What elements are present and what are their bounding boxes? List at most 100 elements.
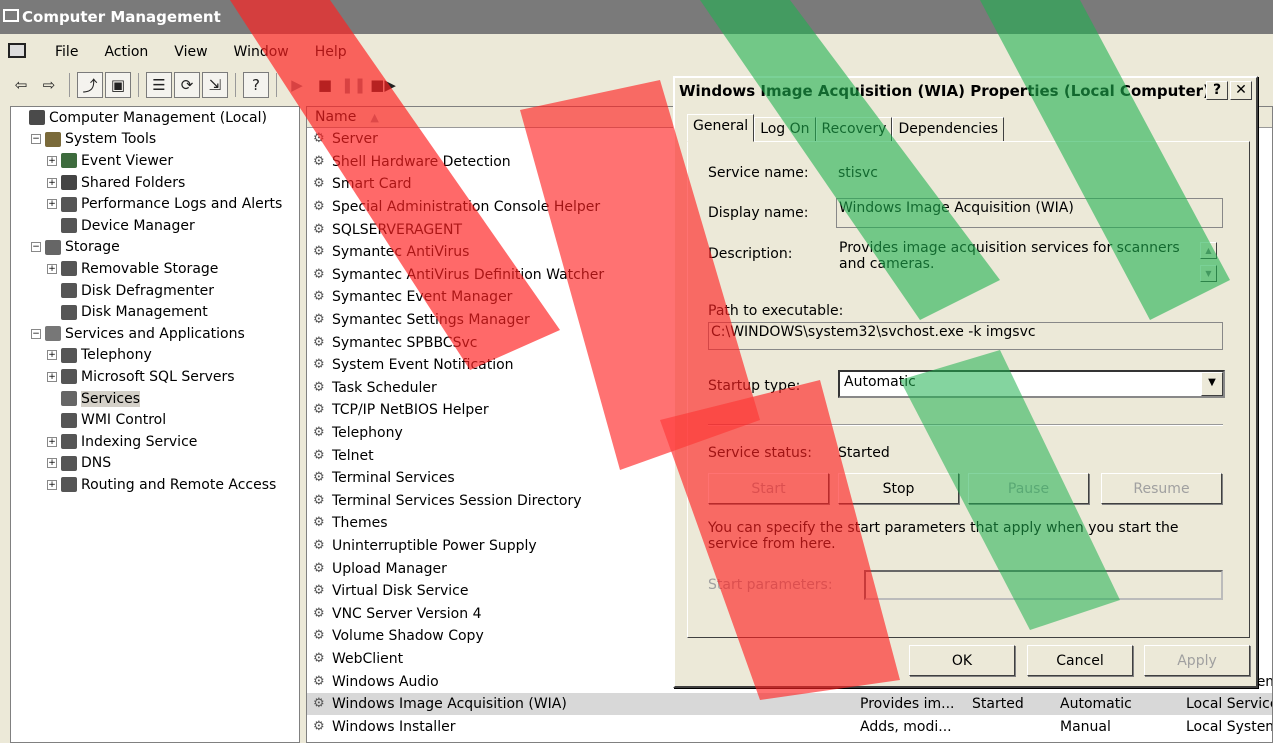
expand-icon[interactable]: + xyxy=(47,199,57,210)
tree-item-label: Telephony xyxy=(81,347,152,364)
dialog-close-button[interactable]: ✕ xyxy=(1230,81,1252,100)
dropdown-arrow-icon[interactable]: ▼ xyxy=(1201,372,1223,396)
path-label: Path to executable: xyxy=(708,303,844,319)
tree-item[interactable]: + Event Viewer xyxy=(11,150,299,172)
menu-action[interactable]: Action xyxy=(91,44,161,60)
service-gear-icon: ⚙ xyxy=(313,244,325,260)
help-icon[interactable]: ? xyxy=(243,72,269,98)
tab-recovery[interactable]: Recovery xyxy=(815,117,893,142)
removable-icon xyxy=(61,261,77,277)
service-gear-icon: ⚙ xyxy=(313,379,325,395)
table-row[interactable]: ⚙ Windows Image Acquisition (WIA) Provides… xyxy=(307,692,1272,716)
start-parameters-hint: You can specify the start parameters tha… xyxy=(708,520,1179,552)
start-parameters-input[interactable] xyxy=(864,570,1223,600)
collapse-icon[interactable]: − xyxy=(31,328,41,339)
expand-icon[interactable]: + xyxy=(47,177,57,188)
expand-icon[interactable]: + xyxy=(47,263,57,274)
expand-icon[interactable]: + xyxy=(47,371,57,382)
expand-icon[interactable]: + xyxy=(47,479,57,490)
start-button[interactable]: Start xyxy=(708,473,829,504)
service-gear-icon: ⚙ xyxy=(313,153,325,169)
scroll-down-icon[interactable]: ▼ xyxy=(1200,265,1217,282)
device-icon xyxy=(61,218,77,234)
scroll-up-icon[interactable]: ▲ xyxy=(1200,242,1217,259)
up-level-icon[interactable]: ⤴ xyxy=(77,72,103,98)
pause-button[interactable]: Pause xyxy=(968,473,1089,504)
window-title-bar[interactable]: Computer Management xyxy=(0,0,1273,34)
tab-log-on[interactable]: Log On xyxy=(754,117,816,142)
table-row[interactable]: ⚙ Windows Installer Adds, modi... Manual Loc… xyxy=(307,715,1272,738)
show-hide-tree-icon[interactable]: ▣ xyxy=(105,72,131,98)
service-status-value: Started xyxy=(838,445,890,461)
startup-type-select[interactable]: Automatic ▼ xyxy=(838,370,1225,398)
apply-button[interactable]: Apply xyxy=(1144,645,1250,676)
start-service-icon[interactable]: ▶ xyxy=(284,72,310,98)
console-icon[interactable] xyxy=(8,43,26,58)
tree-item[interactable]: + Performance Logs and Alerts xyxy=(11,193,299,215)
path-field[interactable]: C:\WINDOWS\system32\svchost.exe -k imgsv… xyxy=(708,322,1223,350)
refresh-icon[interactable]: ⟳ xyxy=(174,72,200,98)
display-name-label: Display name: xyxy=(708,205,809,221)
properties-dialog: Windows Image Acquisition (WIA) Properti… xyxy=(673,76,1258,688)
tree-item[interactable]: Disk Management xyxy=(11,301,299,323)
tree-item[interactable]: Computer Management (Local) xyxy=(11,107,299,129)
expand-icon[interactable]: + xyxy=(47,458,57,469)
stop-button[interactable]: Stop xyxy=(838,473,959,504)
tree-item-label: WMI Control xyxy=(81,412,167,429)
tree-item[interactable]: − Storage xyxy=(11,237,299,259)
menu-file[interactable]: File xyxy=(42,44,91,60)
service-gear-icon: ⚙ xyxy=(313,199,325,215)
tree-item[interactable]: + Removable Storage xyxy=(11,258,299,280)
display-name-field[interactable]: Windows Image Acquisition (WIA) xyxy=(836,198,1223,228)
service-gear-icon: ⚙ xyxy=(313,470,325,486)
dialog-title-bar[interactable]: Windows Image Acquisition (WIA) Properti… xyxy=(675,78,1256,104)
description-label: Description: xyxy=(708,246,793,262)
tab-general[interactable]: General xyxy=(687,114,755,142)
restart-service-icon[interactable]: ■▶ xyxy=(369,72,397,98)
service-gear-icon: ⚙ xyxy=(313,289,325,305)
menu-window[interactable]: Window xyxy=(221,44,302,60)
computer-icon xyxy=(29,110,45,126)
tab-dependencies[interactable]: Dependencies xyxy=(892,117,1005,142)
console-tree[interactable]: Computer Management (Local) − System Tools… xyxy=(10,106,300,743)
stop-service-icon[interactable]: ■ xyxy=(312,72,338,98)
description-scrollbar[interactable]: ▲ ▼ xyxy=(1200,242,1217,282)
cancel-button[interactable]: Cancel xyxy=(1027,645,1133,676)
pause-service-icon[interactable]: ❚❚ xyxy=(340,72,367,98)
tree-item[interactable]: + Indexing Service xyxy=(11,431,299,453)
collapse-icon[interactable]: − xyxy=(31,134,41,145)
expand-icon[interactable]: + xyxy=(47,155,57,166)
back-arrow-icon[interactable]: ⇦ xyxy=(8,72,34,98)
properties-icon[interactable]: ☰ xyxy=(146,72,172,98)
tree-item[interactable]: − Services and Applications xyxy=(11,323,299,345)
expand-icon[interactable]: + xyxy=(47,350,57,361)
export-list-icon[interactable]: ⇲ xyxy=(202,72,228,98)
tree-item[interactable]: Device Manager xyxy=(11,215,299,237)
tree-item[interactable]: Disk Defragmenter xyxy=(11,280,299,302)
menu-help[interactable]: Help xyxy=(302,44,360,60)
service-name-label: Service name: xyxy=(708,165,809,181)
tree-item-label: Event Viewer xyxy=(81,152,174,169)
tree-item[interactable]: + Microsoft SQL Servers xyxy=(11,366,299,388)
general-tab-panel: Service name: stisvc Display name: Windo… xyxy=(687,141,1250,638)
ok-button[interactable]: OK xyxy=(909,645,1015,676)
tree-item[interactable]: + DNS xyxy=(11,453,299,475)
sort-ascending-icon: ▲ xyxy=(370,110,379,124)
toolbar-separator xyxy=(69,73,70,97)
resume-button[interactable]: Resume xyxy=(1101,473,1222,504)
dialog-help-button[interactable]: ? xyxy=(1206,81,1228,100)
tree-item[interactable]: + Telephony xyxy=(11,345,299,367)
tree-item[interactable]: + Shared Folders xyxy=(11,172,299,194)
tree-item[interactable]: + Routing and Remote Access xyxy=(11,474,299,496)
tree-item[interactable]: − System Tools xyxy=(11,129,299,151)
menu-bar: File Action View Window Help xyxy=(0,38,1273,66)
expand-icon[interactable]: + xyxy=(47,436,57,447)
menu-view[interactable]: View xyxy=(161,44,220,60)
column-header-label: Name xyxy=(315,109,357,125)
collapse-icon[interactable]: − xyxy=(31,242,41,253)
description-field[interactable]: Provides image acquisition services for … xyxy=(836,238,1223,282)
tree-item[interactable]: Services xyxy=(11,388,299,410)
forward-arrow-icon[interactable]: ⇨ xyxy=(36,72,62,98)
tree-item[interactable]: WMI Control xyxy=(11,409,299,431)
